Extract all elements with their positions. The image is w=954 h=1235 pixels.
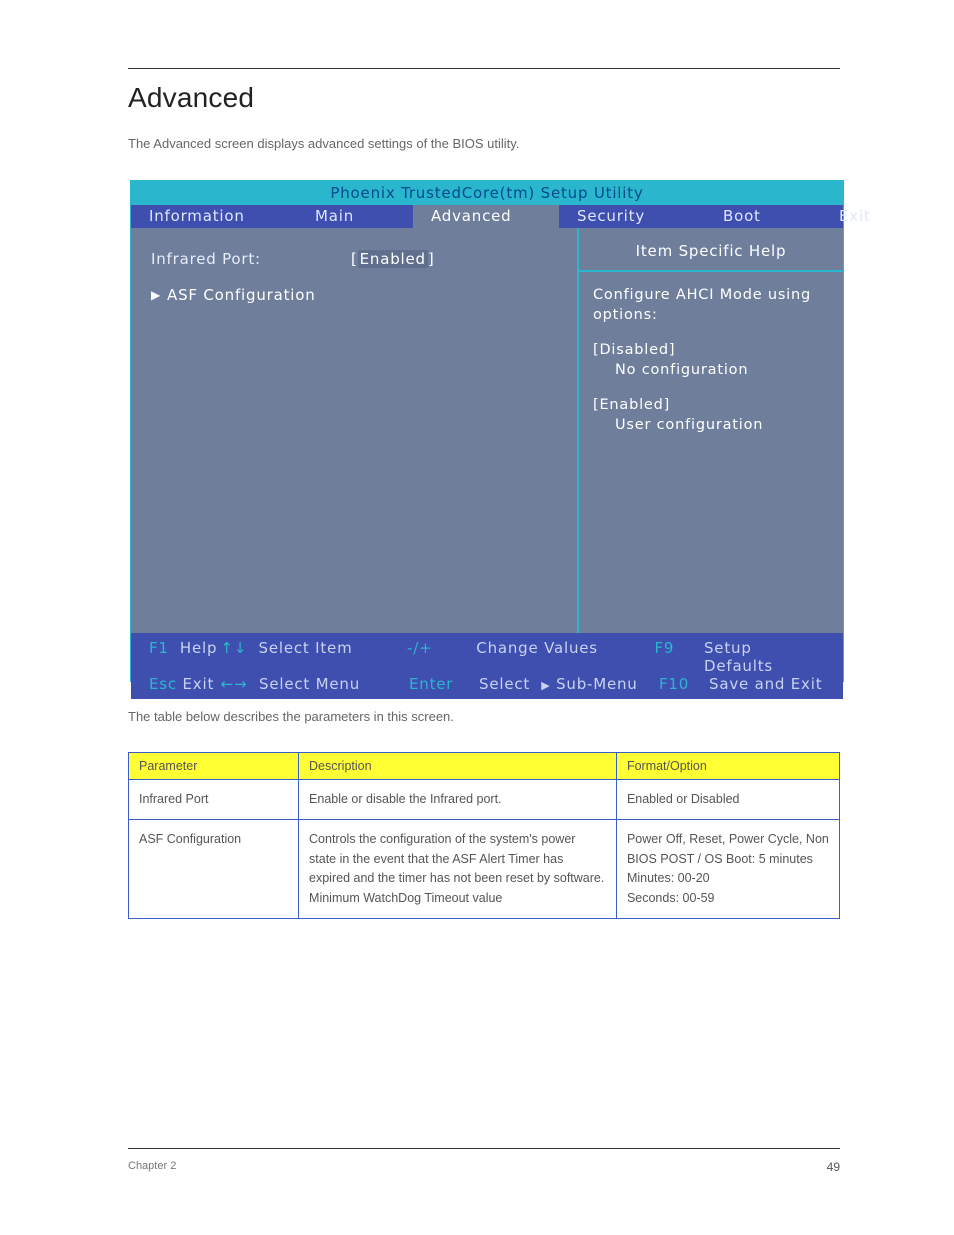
help-title: Item Specific Help [579, 228, 843, 272]
tab-main[interactable]: Main [297, 205, 413, 228]
cell-fmt: Power Off, Reset, Power Cycle, Non BIOS … [616, 820, 839, 919]
bios-tabstrip: Information Main Advanced Security Boot … [131, 205, 843, 228]
arrows-up-down-icon: ↑↓ [220, 639, 247, 657]
help-enabled: [Enabled] User configuration [593, 396, 829, 435]
key-f10: F10 [659, 675, 689, 693]
key-esc: Esc [149, 675, 177, 693]
parameter-table: Parameter Description Format/Option Infr… [128, 752, 840, 919]
table-row: ASF Configuration Controls the configura… [129, 820, 840, 919]
col-header-description: Description [299, 753, 617, 780]
page-title: Advanced [128, 82, 254, 114]
cell-fmt: Enabled or Disabled [616, 780, 839, 820]
key-plus-minus: -/+ [407, 639, 432, 657]
cell-desc: Enable or disable the Infrared port. [299, 780, 617, 820]
bottom-rule [128, 1148, 840, 1149]
key-f9: F9 [654, 639, 674, 657]
footer-chapter: Chapter 2 [128, 1160, 176, 1172]
footer-page-number: 49 [827, 1160, 840, 1174]
option-infrared-port[interactable]: Infrared Port: [Enabled] [151, 250, 557, 268]
tab-boot[interactable]: Boot [705, 205, 821, 228]
col-header-parameter: Parameter [129, 753, 299, 780]
option-value[interactable]: [Enabled] [351, 250, 435, 268]
key-enter: Enter [409, 675, 453, 693]
cell-param: Infrared Port [129, 780, 299, 820]
option-label: Infrared Port: [151, 250, 351, 268]
tab-advanced[interactable]: Advanced [413, 205, 559, 228]
table-intro: The table below describes the parameters… [128, 708, 840, 726]
submenu-marker-icon: ▶ [151, 288, 161, 302]
bios-help-pane: Item Specific Help Configure AHCI Mode u… [577, 228, 843, 633]
submenu-label: ASF Configuration [167, 286, 316, 304]
tab-information[interactable]: Information [131, 205, 297, 228]
submenu-marker-icon: ▶ [541, 679, 550, 692]
submenu-asf-configuration[interactable]: ▶ ASF Configuration [151, 286, 557, 304]
key-f1: F1 [149, 639, 169, 657]
bios-screenshot: Phoenix TrustedCore(tm) Setup Utility In… [130, 180, 844, 682]
cell-desc: Controls the configuration of the system… [299, 820, 617, 919]
cell-param: ASF Configuration [129, 820, 299, 919]
table-row: Infrared Port Enable or disable the Infr… [129, 780, 840, 820]
help-line: Configure AHCI Mode using options: [593, 286, 829, 325]
help-disabled: [Disabled] No configuration [593, 341, 829, 380]
tab-exit[interactable]: Exit [821, 205, 937, 228]
intro-text: The Advanced screen displays advanced se… [128, 135, 840, 153]
col-header-format: Format/Option [616, 753, 839, 780]
bios-content-pane: Infrared Port: [Enabled] ▶ ASF Configura… [131, 228, 577, 633]
tab-security[interactable]: Security [559, 205, 705, 228]
top-rule [128, 68, 840, 69]
bios-footer-hints: F1 Help ↑↓ Select Item -/+ Change Values… [131, 633, 843, 699]
arrows-left-right-icon: ←→ [221, 675, 248, 693]
bios-title-bar: Phoenix TrustedCore(tm) Setup Utility [131, 181, 843, 205]
